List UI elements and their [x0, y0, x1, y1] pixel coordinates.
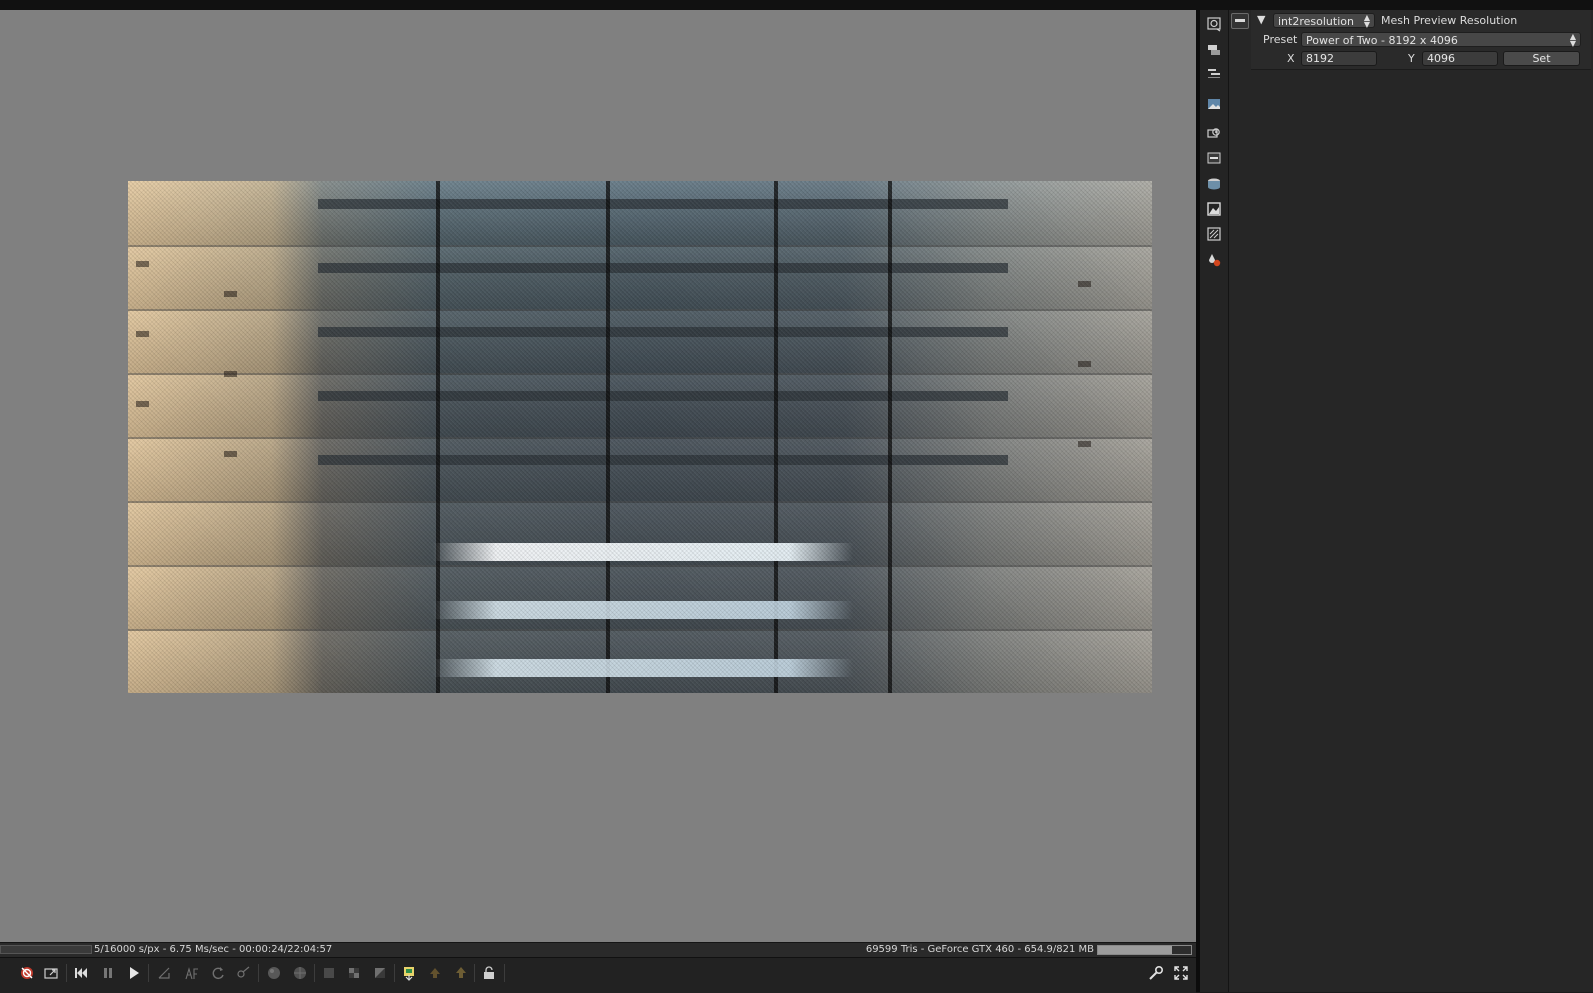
- upload-icon[interactable]: [424, 962, 446, 984]
- preset-label: Preset: [1263, 33, 1298, 46]
- alpha-icon[interactable]: [369, 962, 391, 984]
- materials-icon[interactable]: [1204, 250, 1224, 270]
- render-stats: 5/16000 s/px - 6.75 Ms/sec - 00:00:24/22…: [94, 944, 333, 955]
- x-label: X: [1287, 52, 1295, 65]
- layers-icon[interactable]: [1204, 40, 1224, 60]
- bottom-toolbar: [0, 957, 1196, 993]
- camera-icon[interactable]: [1204, 123, 1224, 143]
- imager-icon[interactable]: [1204, 199, 1224, 219]
- region-icon[interactable]: [153, 962, 175, 984]
- rewind-icon[interactable]: [70, 962, 92, 984]
- set-button[interactable]: Set: [1503, 51, 1580, 66]
- play-icon[interactable]: [123, 962, 145, 984]
- share-icon[interactable]: [450, 962, 472, 984]
- render-image: [128, 181, 1152, 693]
- panel-toggle-icon[interactable]: [1231, 13, 1249, 29]
- panel-icon[interactable]: [1204, 148, 1224, 168]
- render-viewport[interactable]: [0, 10, 1196, 942]
- preset-select[interactable]: Power of Two - 8192 x 4096 ▲ ▼: [1301, 32, 1581, 48]
- updown-arrows-icon: ▲ ▼: [1569, 32, 1576, 48]
- checker-icon[interactable]: [343, 962, 365, 984]
- environment-icon[interactable]: [1204, 174, 1224, 194]
- clay-icon[interactable]: [318, 962, 340, 984]
- nodes-icon[interactable]: [1204, 63, 1224, 83]
- render-settings-icon[interactable]: [1204, 14, 1224, 34]
- pause-icon[interactable]: [97, 962, 119, 984]
- lock-icon[interactable]: [478, 962, 500, 984]
- af-icon[interactable]: [181, 962, 203, 984]
- y-field[interactable]: 4096: [1422, 51, 1498, 66]
- plugin-box: ▼ int2resolution ▲ ▼ Mesh Preview Resolut…: [1251, 10, 1591, 70]
- image-icon[interactable]: [1204, 94, 1224, 114]
- object-icon[interactable]: [263, 962, 285, 984]
- world-icon[interactable]: [289, 962, 311, 984]
- top-bar: [0, 0, 1593, 10]
- pick-icon[interactable]: [232, 962, 254, 984]
- refresh-icon[interactable]: [207, 962, 229, 984]
- fullscreen-icon[interactable]: [1170, 962, 1192, 984]
- y-label: Y: [1408, 52, 1415, 65]
- settings-wrench-icon[interactable]: [1145, 962, 1167, 984]
- plugin-title: Mesh Preview Resolution: [1381, 14, 1518, 27]
- tool-strip: [1200, 10, 1229, 992]
- post-process-icon[interactable]: [1204, 224, 1224, 244]
- scene-stats: 69599 Tris - GeForce GTX 460 - 654.9/821…: [865, 944, 1094, 955]
- updown-arrows-icon: ▲ ▼: [1363, 13, 1370, 29]
- properties-panel: ▼ int2resolution ▲ ▼ Mesh Preview Resolut…: [1229, 10, 1593, 992]
- status-bar: 5/16000 s/px - 6.75 Ms/sec - 00:00:24/22…: [0, 942, 1196, 957]
- fit-icon[interactable]: [40, 962, 62, 984]
- export-icon[interactable]: [398, 962, 420, 984]
- plugin-select[interactable]: int2resolution ▲ ▼: [1273, 13, 1375, 29]
- collapse-triangle-icon[interactable]: ▼: [1257, 13, 1265, 26]
- gpu-memory-bar: [1097, 945, 1192, 955]
- render-progress: [0, 945, 92, 954]
- x-field[interactable]: 8192: [1301, 51, 1377, 66]
- reset-icon[interactable]: [16, 962, 38, 984]
